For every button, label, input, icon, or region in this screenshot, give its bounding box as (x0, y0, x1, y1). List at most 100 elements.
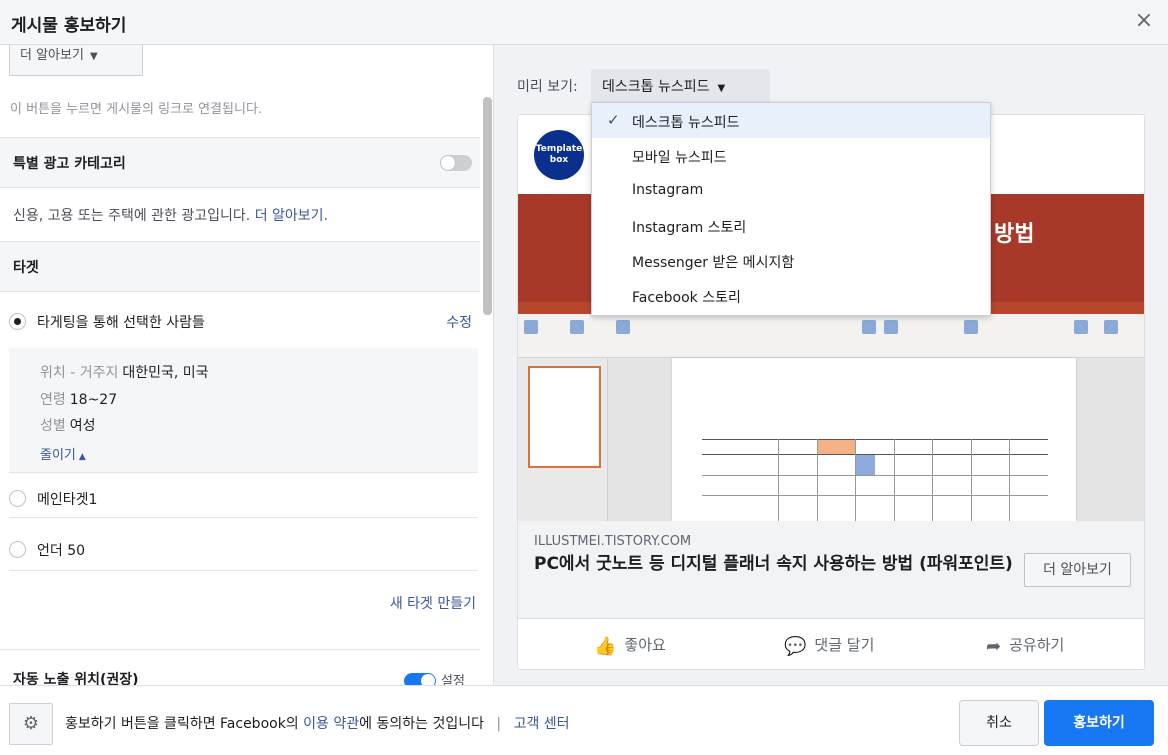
terms-suffix: 에 동의하는 것입니다 (359, 716, 484, 732)
terms-link[interactable]: 이용 약관 (303, 716, 359, 732)
link-note: 이 버튼을 누르면 게시물의 링크로 연결됩니다. (10, 102, 263, 117)
radio-button[interactable] (9, 313, 26, 330)
promote-button[interactable]: 홍보하기 (1044, 700, 1154, 746)
menu-item-instagram-story[interactable]: Instagram 스토리 (592, 208, 990, 243)
radio-button[interactable] (9, 541, 26, 558)
menu-item-label: 데스크톱 뉴스피드 (632, 115, 740, 131)
divider (0, 649, 480, 650)
preview-placement-menu: ✓ 데스크톱 뉴스피드 모바일 뉴스피드 Instagram Instagram … (591, 102, 991, 316)
share-icon: ➦ (986, 636, 1002, 657)
grid-line (778, 439, 779, 521)
target-option-label: 언더 50 (37, 543, 86, 559)
learn-more-button[interactable]: 더 알아보기 (1024, 553, 1131, 587)
share-label: 공유하기 (1009, 636, 1065, 654)
radio-button[interactable] (9, 490, 26, 507)
auto-placement-toggle[interactable] (404, 673, 436, 685)
grid-line (971, 439, 972, 521)
cancel-button[interactable]: 취소 (959, 700, 1039, 746)
target-option-label: 타게팅을 통해 선택한 사람들 (37, 315, 205, 331)
like-button[interactable]: 👍 좋아요 (594, 634, 666, 657)
preview-label: 미리 보기: (517, 79, 578, 95)
comment-label: 댓글 달기 (814, 636, 875, 654)
menu-item-instagram[interactable]: Instagram (592, 173, 990, 208)
credit-note-text: 신용, 고용 또는 주택에 관한 광고입니다. (13, 208, 251, 224)
grid-line (702, 495, 1048, 496)
location-key: 위치 - 거주지 (40, 365, 119, 381)
target-option[interactable]: 언더 50 (9, 539, 478, 571)
menu-item-mobile-feed[interactable]: 모바일 뉴스피드 (592, 138, 990, 173)
auto-placement-label: 자동 노출 위치(권장) (13, 672, 139, 685)
image-banner-text: 방법 (994, 222, 1035, 247)
ribbon-icon (964, 320, 978, 334)
grid-line (817, 439, 818, 521)
auto-placement-state: 설정 (441, 674, 465, 685)
share-button[interactable]: ➦ 공유하기 (986, 634, 1064, 657)
grid-line (702, 454, 1048, 455)
dialog-title: 게시물 홍보하기 (11, 16, 127, 36)
age-value: 18~27 (69, 392, 118, 408)
gender-row: 성별 여성 (40, 415, 96, 435)
special-category-section: 특별 광고 카테고리 (0, 137, 480, 188)
grid-line (932, 439, 933, 521)
highlight-cell (855, 455, 875, 475)
button-type-select[interactable]: 더 알아보기 ▼ (9, 45, 143, 76)
comment-button[interactable]: 💬 댓글 달기 (784, 634, 874, 657)
toggle-knob (421, 674, 435, 685)
grid-line (894, 439, 895, 521)
menu-item-label: Facebook 스토리 (632, 290, 741, 306)
chevron-down-icon: ▼ (89, 51, 98, 62)
gender-key: 성별 (40, 418, 66, 434)
menu-item-label: 모바일 뉴스피드 (632, 150, 727, 166)
post-actions: 👍 좋아요 💬 댓글 달기 ➦ 공유하기 (518, 620, 1144, 669)
terms-prefix: 홍보하기 버튼을 클릭하면 Facebook의 (65, 716, 299, 732)
target-option-selected[interactable]: 타게팅을 통해 선택한 사람들 수정 (9, 311, 478, 331)
grid-line (702, 475, 1048, 476)
dialog-header: 게시물 홍보하기 × (0, 0, 1168, 45)
collapse-link[interactable]: 줄이기 ▲ (40, 444, 86, 463)
age-row: 연령 18~27 (40, 389, 117, 409)
credit-learn-more-link[interactable]: 더 알아보기. (255, 208, 328, 224)
special-category-toggle[interactable] (440, 155, 472, 171)
ribbon-icon (1074, 320, 1088, 334)
grid-line (702, 439, 1048, 440)
credit-note: 신용, 고용 또는 주택에 관한 광고입니다. 더 알아보기. (13, 205, 328, 225)
menu-item-label: Messenger 받은 메시지함 (632, 255, 795, 271)
ribbon-icon (570, 320, 584, 334)
chevron-down-icon: ▼ (717, 83, 726, 94)
avatar-text-line1: Template (535, 144, 583, 154)
slide-thumbnail (528, 366, 601, 468)
menu-item-messenger-inbox[interactable]: Messenger 받은 메시지함 (592, 243, 990, 278)
preview-placement-select[interactable]: 데스크톱 뉴스피드 ▼ (591, 69, 770, 103)
menu-item-label: Instagram (632, 182, 704, 198)
special-category-label: 특별 광고 카테고리 (13, 156, 126, 172)
terms-text: 홍보하기 버튼을 클릭하면 Facebook의 이용 약관에 동의하는 것입니다… (65, 713, 570, 733)
ribbon-icon (524, 320, 538, 334)
button-type-label: 더 알아보기 (20, 48, 84, 63)
preview-selected-value: 데스크톱 뉴스피드 (602, 79, 710, 95)
location-row: 위치 - 거주지 대한민국, 미국 (40, 362, 209, 382)
chevron-up-icon: ▲ (78, 452, 86, 462)
slide (672, 358, 1076, 521)
edit-target-link[interactable]: 수정 (446, 312, 472, 332)
ribbon-icon (1104, 320, 1118, 334)
menu-item-facebook-story[interactable]: Facebook 스토리 (592, 278, 990, 313)
target-section-title: 타겟 (13, 260, 39, 276)
target-option-label: 메인타겟1 (37, 492, 98, 508)
target-detail-box: 위치 - 거주지 대한민국, 미국 연령 18~27 성별 여성 줄이기 ▲ (9, 348, 478, 473)
target-section: 타겟 (0, 241, 480, 292)
help-center-link[interactable]: 고객 센터 (514, 716, 570, 732)
link-title: PC에서 굿노트 등 디지털 플래너 속지 사용하는 방법 (파워포인트) (534, 554, 1013, 574)
ribbon-icon (884, 320, 898, 334)
grid-line (855, 439, 856, 521)
separator: | (496, 716, 502, 732)
avatar-text-line2: box (549, 155, 569, 165)
check-icon: ✓ (607, 111, 620, 129)
menu-item-desktop-feed[interactable]: ✓ 데스크톱 뉴스피드 (592, 103, 990, 138)
target-option[interactable]: 메인타겟1 (9, 488, 478, 518)
gender-value: 여성 (69, 418, 96, 434)
close-icon[interactable]: × (1134, 10, 1154, 34)
gear-icon[interactable]: ⚙ (9, 703, 53, 745)
new-target-link[interactable]: 새 타겟 만들기 (390, 593, 476, 613)
link-domain: ILLUSTMEI.TISTORY.COM (534, 534, 692, 549)
scrollbar[interactable] (483, 97, 492, 315)
